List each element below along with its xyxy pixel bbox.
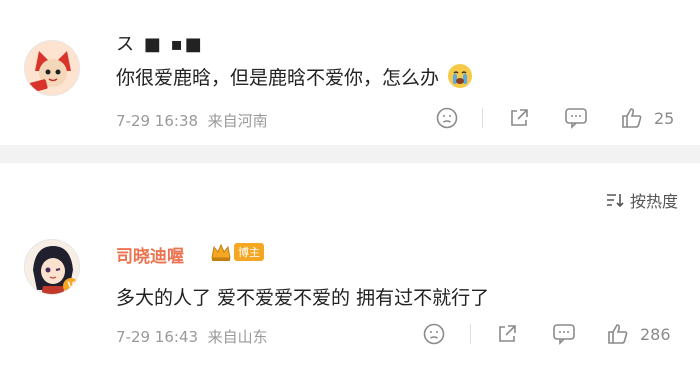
frown-face-icon	[423, 323, 445, 345]
comment-text: 多大的人了 爱不爱爱不爱的 拥有过不就行了	[116, 287, 490, 309]
share-icon	[499, 325, 516, 342]
avatar[interactable]: V	[24, 239, 80, 295]
comment-time: 7-29 16:38	[116, 112, 199, 130]
comment-location: 来自河南	[207, 112, 268, 130]
sort-label: 按热度	[629, 192, 678, 211]
badge-label: 博主	[234, 243, 264, 261]
username[interactable]: 司晓迪喔	[116, 242, 184, 267]
thumbs-up-icon	[622, 108, 642, 128]
like-count: 25	[654, 109, 675, 128]
reply-emoji-button[interactable]	[436, 107, 458, 129]
share-button[interactable]	[508, 107, 530, 129]
comment-location: 来自山东	[207, 328, 268, 346]
share-icon	[511, 109, 528, 126]
verified-v-icon: V	[63, 278, 79, 294]
blogger-badge: 博主	[210, 242, 264, 262]
crying-face-icon	[447, 63, 473, 94]
comment-meta: 7-29 16:43 来自山东	[116, 326, 268, 347]
sort-by-hot-button[interactable]: 按热度	[606, 188, 678, 212]
comment-text: 你很爱鹿晗，但是鹿晗不爱你，怎么办	[116, 63, 473, 94]
thumbs-up-icon	[608, 324, 628, 344]
crown-icon	[211, 243, 231, 261]
section-divider	[0, 145, 700, 163]
comment-time: 7-29 16:43	[116, 328, 199, 346]
like-button[interactable]	[606, 322, 630, 346]
comment-button[interactable]	[552, 323, 576, 345]
comment-bubble-icon	[553, 324, 575, 345]
comment-meta: 7-29 16:38 来自河南	[116, 110, 268, 131]
action-separator	[470, 324, 471, 344]
action-separator	[482, 108, 483, 128]
like-button[interactable]	[620, 106, 644, 130]
cat-avatar-icon	[25, 41, 79, 95]
share-button[interactable]	[496, 323, 518, 345]
comment-bubble-icon	[565, 108, 587, 129]
username-redacted[interactable]: ス ■ ▪■	[116, 30, 204, 56]
reply-emoji-button[interactable]	[423, 323, 445, 345]
frown-face-icon	[436, 107, 458, 129]
comment-button[interactable]	[564, 107, 588, 129]
like-count: 286	[640, 325, 671, 344]
avatar[interactable]	[24, 40, 80, 96]
sort-icon	[606, 194, 624, 208]
